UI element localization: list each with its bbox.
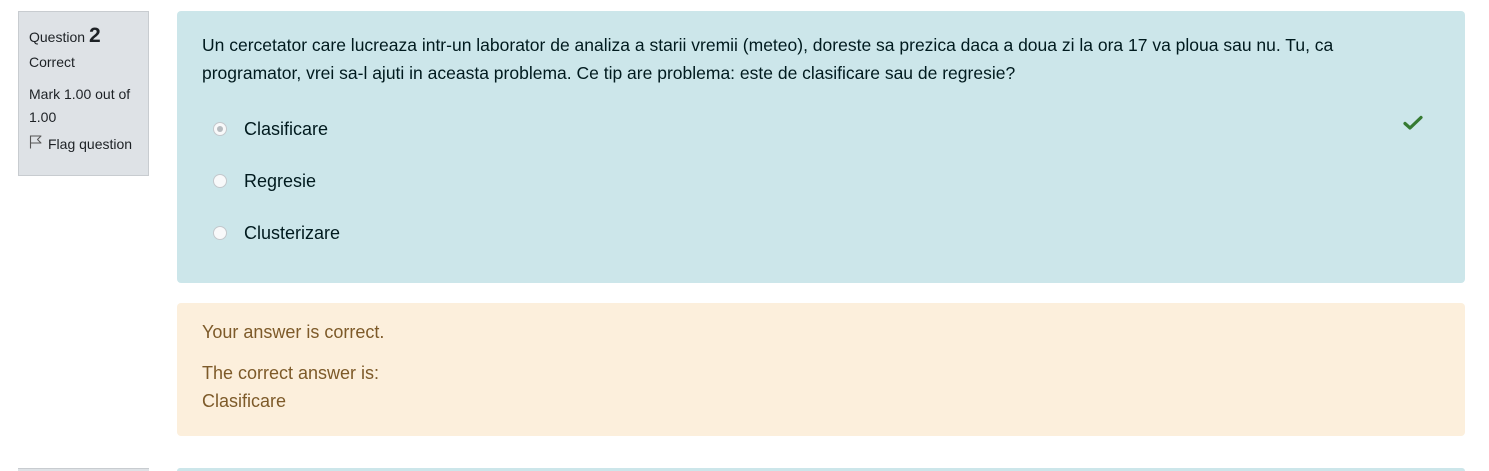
answer-option-regresie[interactable]: Regresie: [202, 155, 1440, 207]
question-number-line: Question 2: [29, 24, 138, 48]
radio-selected-dot: [217, 126, 223, 132]
right-answer: The correct answer is: Clasificare: [202, 359, 1440, 415]
flag-question-button[interactable]: Flag question: [29, 135, 138, 152]
feedback-panel: Your answer is correct. The correct answ…: [177, 303, 1465, 436]
question-state: Correct: [29, 54, 75, 70]
question-number: 2: [89, 24, 101, 47]
flag-label: Flag question: [48, 135, 133, 152]
general-feedback: Your answer is correct.: [202, 322, 385, 342]
right-answer-intro: The correct answer is:: [202, 363, 380, 383]
radio-button[interactable]: [213, 122, 227, 136]
radio-button[interactable]: [213, 174, 227, 188]
answer-label: Clasificare: [244, 118, 329, 139]
flag-icon: [29, 135, 42, 152]
question-text: Un cercetator care lucreaza intr-un labo…: [202, 35, 1334, 83]
answer-label: Clusterizare: [244, 222, 341, 243]
question-label: Question: [29, 29, 86, 45]
question-info: Question 2 Correct Mark 1.00 out of 1.00…: [18, 11, 149, 176]
question-formulation: Un cercetator care lucreaza intr-un labo…: [177, 11, 1465, 283]
answer-label: Regresie: [244, 170, 317, 191]
radio-button[interactable]: [213, 226, 227, 240]
right-answer-value: Clasificare: [202, 391, 287, 411]
check-icon: [1403, 115, 1423, 131]
answer-option-clusterizare[interactable]: Clusterizare: [202, 207, 1440, 259]
answer-options: Clasificare Regresie Clusterizare: [202, 103, 1440, 259]
answer-option-clasificare[interactable]: Clasificare: [202, 103, 1440, 155]
question-grade: Mark 1.00 out of 1.00: [29, 86, 131, 125]
